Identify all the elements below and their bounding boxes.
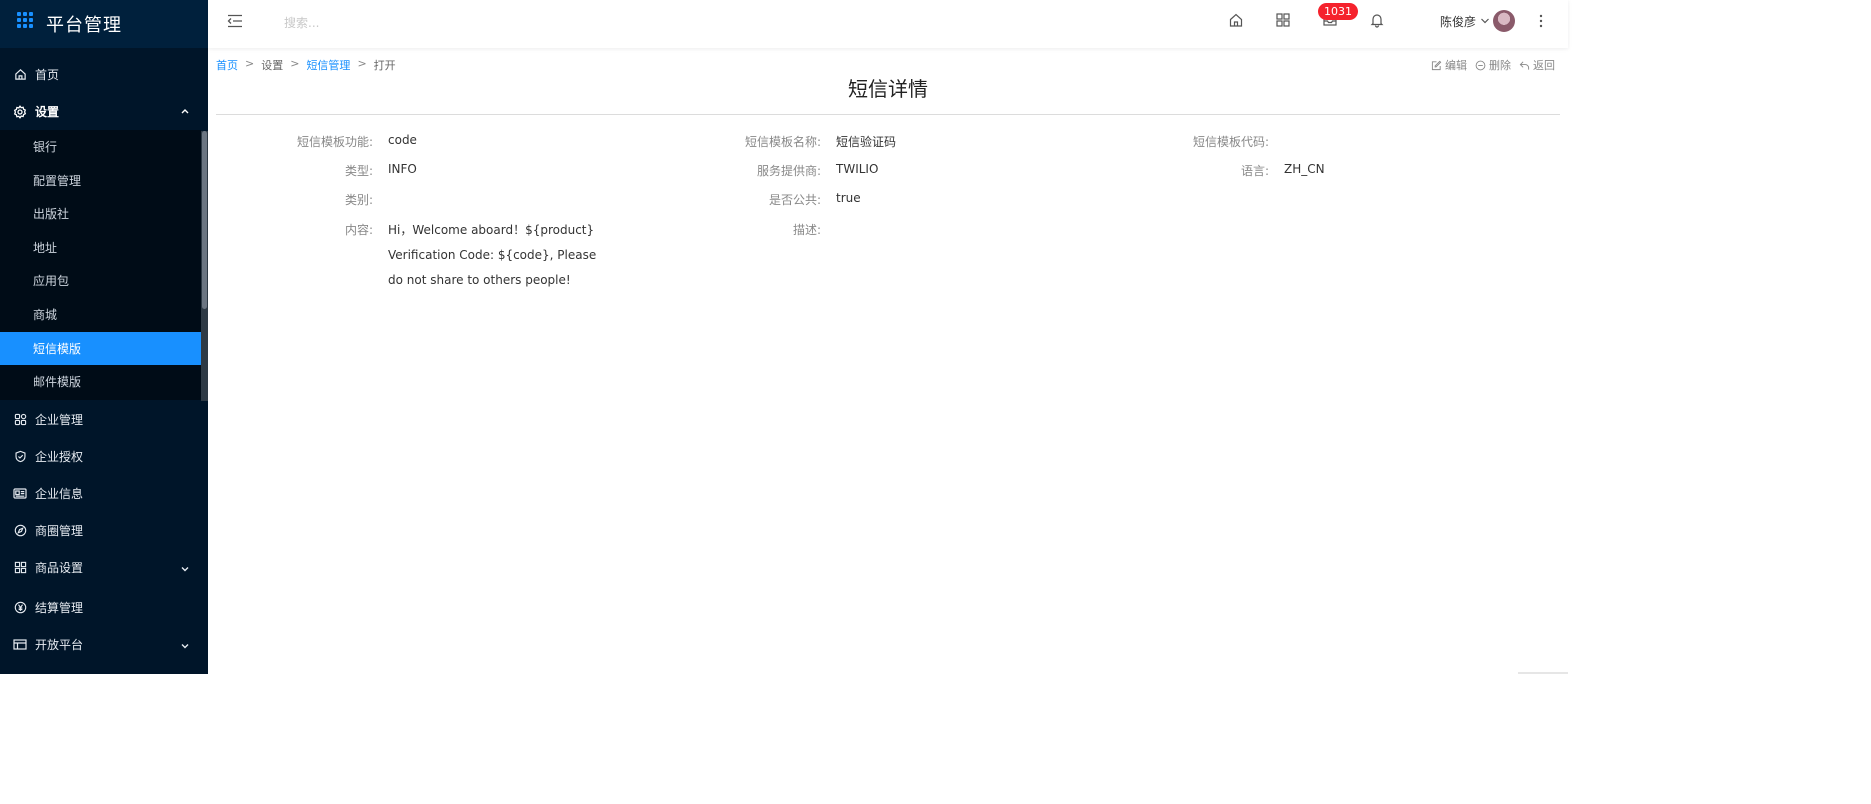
sidebar-item-label: 设置 bbox=[35, 105, 60, 119]
delete-button[interactable]: 删除 bbox=[1475, 57, 1511, 73]
bottom-strip bbox=[1518, 672, 1568, 674]
sidebar-item-label: 商圈管理 bbox=[35, 524, 84, 538]
sidebar-item-label: 企业管理 bbox=[35, 413, 84, 427]
edit-label: 编辑 bbox=[1445, 59, 1467, 72]
sidebar-item-home[interactable]: 首页 bbox=[0, 56, 201, 93]
yen-circle-icon bbox=[13, 601, 27, 615]
chevron-up-icon bbox=[181, 109, 189, 114]
provider-value: TWILIO bbox=[836, 162, 879, 176]
name-label: 短信模板名称: bbox=[744, 135, 821, 149]
sidebar-item-config[interactable]: 配置管理 bbox=[0, 164, 201, 197]
title-divider bbox=[216, 114, 1560, 115]
public-value: true bbox=[836, 191, 861, 205]
code-label: 短信模板代码: bbox=[1192, 135, 1269, 149]
sidebar-item-label: 企业授权 bbox=[35, 450, 84, 464]
user-name[interactable]: 陈俊彦 bbox=[1440, 13, 1476, 30]
language-value: ZH_CN bbox=[1284, 162, 1325, 176]
sidebar-item-enterprise-info[interactable]: 企业信息 bbox=[0, 475, 201, 512]
gear-icon bbox=[13, 104, 27, 119]
sidebar-item-settings[interactable]: 设置 bbox=[0, 93, 201, 130]
sidebar-item-label: 首页 bbox=[35, 68, 60, 82]
breadcrumb-separator: > bbox=[290, 57, 300, 70]
brand: 平台管理 bbox=[0, 0, 208, 48]
name-value: 短信验证码 bbox=[836, 135, 897, 149]
function-value: code bbox=[388, 133, 417, 147]
grid-icon[interactable] bbox=[1275, 12, 1291, 28]
sidebar-scrollbar-thumb[interactable] bbox=[202, 131, 207, 309]
type-value: INFO bbox=[388, 162, 417, 176]
delete-label: 删除 bbox=[1489, 59, 1511, 72]
avatar[interactable] bbox=[1493, 10, 1515, 32]
category-label: 类别: bbox=[344, 193, 373, 207]
sidebar-item-business-circle[interactable]: 商圈管理 bbox=[0, 512, 201, 549]
sidebar-item-enterprise-auth[interactable]: 企业授权 bbox=[0, 438, 201, 475]
sidebar-item-open-platform[interactable]: 开放平台 bbox=[0, 626, 201, 663]
chevron-down-icon bbox=[181, 644, 189, 649]
page-actions: 编辑 删除 返回 bbox=[1431, 57, 1555, 73]
content-label: 内容: bbox=[344, 223, 373, 237]
language-label: 语言: bbox=[1240, 164, 1269, 178]
sidebar-item-bank[interactable]: 银行 bbox=[0, 130, 201, 163]
apps-icon bbox=[13, 413, 27, 427]
sidebar-item-settlement[interactable]: 结算管理 bbox=[0, 589, 201, 626]
edit-icon bbox=[1431, 60, 1442, 70]
id-card-icon bbox=[13, 487, 27, 501]
breadcrumb-home[interactable]: 首页 bbox=[216, 57, 238, 73]
chevron-down-icon bbox=[181, 567, 189, 572]
sidebar-item-app-package[interactable]: 应用包 bbox=[0, 264, 201, 297]
sidebar-item-mall[interactable]: 商城 bbox=[0, 298, 201, 331]
top-header: 1031 陈俊彦 bbox=[208, 0, 1568, 48]
back-button[interactable]: 返回 bbox=[1519, 57, 1555, 73]
sidebar-item-email-template[interactable]: 邮件模版 bbox=[0, 365, 201, 398]
shield-check-icon bbox=[13, 450, 27, 464]
provider-label: 服务提供商: bbox=[756, 164, 821, 178]
notification-badge: 1031 bbox=[1318, 3, 1358, 20]
public-label: 是否公共: bbox=[768, 193, 821, 207]
app-title: 平台管理 bbox=[46, 15, 122, 36]
content-value: Hi，Welcome aboard！${product} Verificatio… bbox=[388, 223, 597, 287]
edit-button[interactable]: 编辑 bbox=[1431, 57, 1467, 73]
breadcrumb-separator: > bbox=[245, 57, 255, 70]
grid-icon bbox=[13, 561, 27, 575]
minus-circle-icon bbox=[1475, 60, 1486, 70]
bell-icon[interactable] bbox=[1369, 12, 1385, 28]
compass-icon bbox=[13, 524, 27, 538]
description-label: 描述: bbox=[792, 223, 821, 237]
sidebar-item-product-settings[interactable]: 商品设置 bbox=[0, 549, 201, 586]
breadcrumb-settings: 设置 bbox=[261, 59, 284, 72]
breadcrumb-separator: > bbox=[357, 57, 367, 70]
settings-submenu: 银行 配置管理 出版社 地址 应用包 商城 短信模版 邮件模版 bbox=[0, 130, 201, 400]
sidebar: 平台管理 首页 设置 银行 配置管理 出版社 地址 应用包 商城 短信模版 邮件… bbox=[0, 0, 208, 674]
breadcrumb: 首页 > 设置 > 短信管理 > 打开 bbox=[216, 57, 396, 73]
table-icon bbox=[13, 638, 27, 652]
home-icon[interactable] bbox=[1228, 12, 1244, 28]
search-input[interactable] bbox=[284, 12, 484, 34]
sidebar-item-label: 企业信息 bbox=[35, 487, 84, 501]
chevron-down-icon[interactable] bbox=[1480, 16, 1490, 26]
sidebar-item-label: 商品设置 bbox=[35, 561, 84, 575]
sidebar-item-label: 结算管理 bbox=[35, 601, 84, 615]
type-label: 类型: bbox=[344, 164, 373, 178]
sidebar-item-publisher[interactable]: 出版社 bbox=[0, 197, 201, 230]
more-vertical-icon[interactable] bbox=[1536, 13, 1546, 29]
sidebar-item-sms-template[interactable]: 短信模版 bbox=[0, 332, 201, 365]
sidebar-item-label: 开放平台 bbox=[35, 638, 84, 652]
breadcrumb-current: 打开 bbox=[373, 59, 396, 72]
function-label: 短信模板功能: bbox=[296, 135, 373, 149]
breadcrumb-sms-mgmt[interactable]: 短信管理 bbox=[306, 57, 350, 73]
grid-logo-icon bbox=[17, 11, 34, 29]
home-icon bbox=[13, 68, 27, 82]
menu-fold-icon[interactable] bbox=[227, 13, 243, 29]
back-label: 返回 bbox=[1533, 59, 1555, 72]
sidebar-item-address[interactable]: 地址 bbox=[0, 231, 201, 264]
undo-icon bbox=[1519, 61, 1530, 70]
sidebar-item-enterprise-mgmt[interactable]: 企业管理 bbox=[0, 401, 201, 438]
page-title: 短信详情 bbox=[848, 77, 928, 101]
